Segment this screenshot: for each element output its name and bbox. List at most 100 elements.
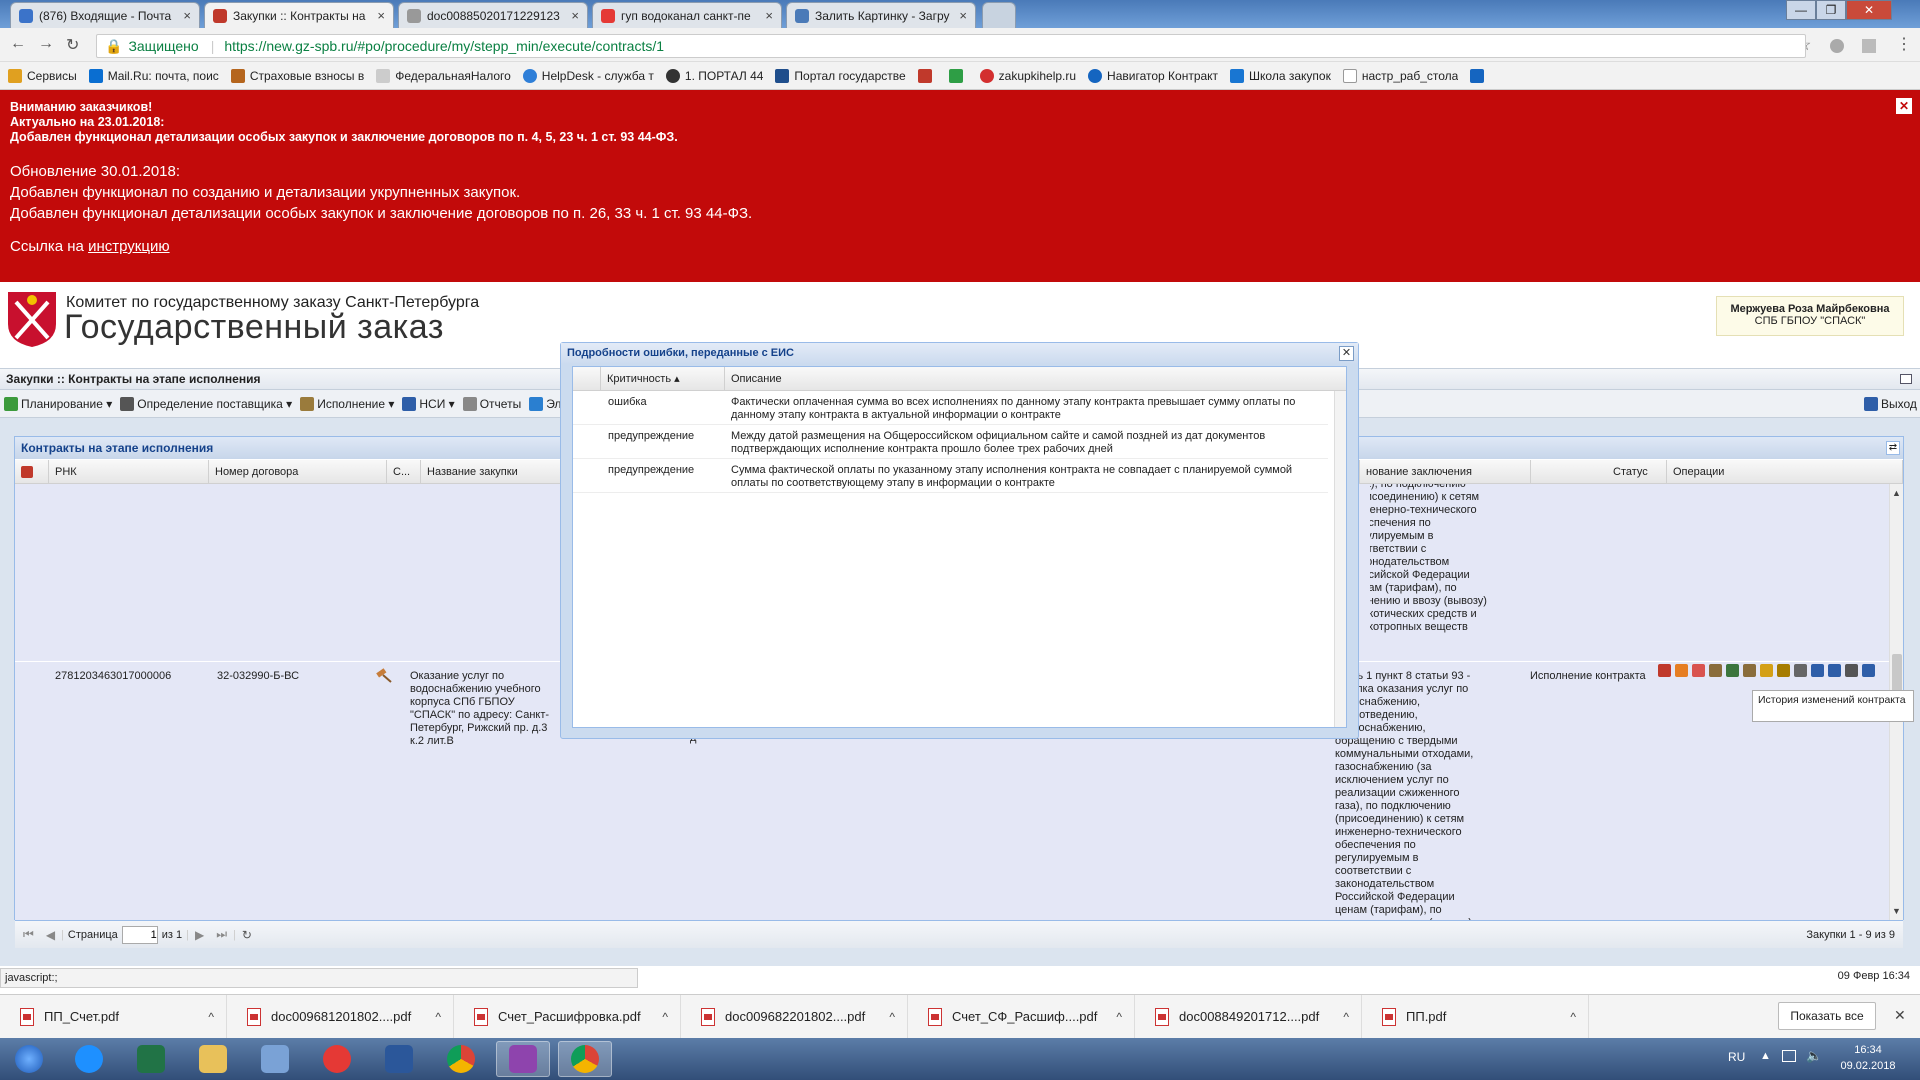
menu-reports[interactable]: Отчеты (462, 396, 521, 411)
operation-icon[interactable] (1726, 664, 1739, 677)
maximize-button[interactable]: ❐ (1816, 0, 1846, 20)
col-description[interactable]: Описание (725, 367, 1346, 391)
bookmark-item[interactable]: Портал государстве (775, 68, 906, 83)
taskbar-explorer[interactable] (186, 1041, 240, 1077)
chevron-up-icon[interactable]: ^ (1116, 1010, 1122, 1024)
banner-close-button[interactable]: ✕ (1896, 98, 1912, 114)
bookmark-item[interactable]: zakupkihelp.ru (979, 68, 1076, 83)
language-indicator[interactable]: RU (1728, 1050, 1745, 1064)
tab-close-icon[interactable]: × (759, 8, 773, 23)
bookmark-item[interactable] (948, 68, 968, 83)
show-all-downloads-button[interactable]: Показать все (1778, 1002, 1876, 1030)
col-basis[interactable]: нование заключения (1359, 460, 1531, 484)
exit-button[interactable]: Выход (1864, 397, 1917, 411)
col-rnk[interactable]: РНК (49, 460, 209, 484)
reload-icon[interactable]: ↻ (66, 35, 79, 55)
last-page-icon[interactable]: ⏭ (216, 927, 227, 942)
menu-icon[interactable]: ⋮ (1896, 34, 1912, 54)
back-icon[interactable]: ← (10, 35, 26, 53)
bookmark-item[interactable]: ФедеральнаяНалого (376, 68, 511, 83)
table-row[interactable]: ошибка Фактически оплаченная сумма во вс… (573, 391, 1328, 425)
operation-icon[interactable] (1760, 664, 1773, 677)
table-row[interactable]: предупреждение Между датой размещения на… (573, 425, 1328, 459)
new-tab-button[interactable] (982, 2, 1016, 28)
scroll-up-icon[interactable]: ▲ (1892, 488, 1901, 498)
first-page-icon[interactable]: ⏮ (23, 927, 34, 942)
user-info[interactable]: Мержуева Роза Майрбековна СПБ ГБПОУ "СПА… (1716, 296, 1904, 336)
operation-icon[interactable] (1743, 664, 1756, 677)
operation-icon[interactable] (1692, 664, 1705, 677)
taskbar-winrar[interactable] (496, 1041, 550, 1077)
operation-icon[interactable] (1675, 664, 1688, 677)
dialog-close-button[interactable]: ✕ (1339, 346, 1354, 361)
minimize-button[interactable]: — (1786, 0, 1816, 20)
tab-yandex[interactable]: гуп водоканал санкт-пе × (592, 2, 782, 28)
download-item[interactable]: doc009682201802....pdf ^ (681, 994, 908, 1039)
instruction-link[interactable]: инструкцию (88, 238, 170, 255)
downloads-close-icon[interactable]: ✕ (1894, 1007, 1906, 1024)
chevron-up-icon[interactable]: ^ (435, 1010, 441, 1024)
scroll-down-icon[interactable]: ▼ (1892, 906, 1901, 916)
chevron-up-icon[interactable]: ^ (1343, 1010, 1349, 1024)
start-button[interactable] (2, 1041, 56, 1077)
operation-icon[interactable] (1794, 664, 1807, 677)
taskbar-paint[interactable] (248, 1041, 302, 1077)
extension-icon[interactable] (1862, 39, 1876, 53)
tab-close-icon[interactable]: × (953, 8, 967, 23)
chevron-up-icon[interactable]: ^ (1570, 1010, 1576, 1024)
operation-icon[interactable] (1845, 664, 1858, 677)
window-close-button[interactable]: ✕ (1846, 0, 1892, 20)
refresh-icon[interactable]: ↻ (242, 928, 252, 942)
menu-supplier[interactable]: Определение поставщика ▾ (120, 396, 292, 411)
tab-zakupki[interactable]: Закупки :: Контракты на × (204, 2, 394, 28)
download-item[interactable]: Счет_СФ_Расшиф....pdf ^ (908, 994, 1135, 1039)
table-row[interactable]: предупреждение Сумма фактической оплаты … (573, 459, 1328, 493)
tab-image-upload[interactable]: Залить Картинку - Загру × (786, 2, 976, 28)
operation-icon[interactable] (1828, 664, 1841, 677)
taskbar-yandex[interactable] (310, 1041, 364, 1077)
menu-execution[interactable]: Исполнение ▾ (300, 396, 394, 411)
chevron-up-icon[interactable]: ^ (889, 1010, 895, 1024)
taskbar-excel[interactable] (124, 1041, 178, 1077)
bookmark-item[interactable] (917, 68, 937, 83)
tray-arrow-icon[interactable]: ▲ (1760, 1050, 1771, 1062)
col-status[interactable]: Статус (1531, 460, 1667, 484)
bookmark-item[interactable]: 1. ПОРТАЛ 44 (665, 68, 763, 83)
clock-time[interactable]: 16:34 (1840, 1044, 1896, 1056)
taskbar-word[interactable] (372, 1041, 426, 1077)
page-input[interactable] (121, 925, 158, 944)
bookmark-item[interactable]: настр_раб_стола (1342, 68, 1458, 83)
tab-close-icon[interactable]: × (371, 8, 385, 23)
tab-close-icon[interactable]: × (177, 8, 191, 23)
dialog-scrollbar[interactable] (1334, 391, 1346, 727)
bookmark-item[interactable]: Страховые взносы в (230, 68, 364, 83)
next-page-icon[interactable]: ▶ (195, 928, 204, 942)
bookmark-item[interactable]: Навигатор Контракт (1088, 68, 1218, 83)
download-item[interactable]: ПП_Счет.pdf ^ (0, 994, 227, 1039)
col-operations[interactable]: Операции (1667, 460, 1903, 484)
taskbar-chrome[interactable] (434, 1041, 488, 1077)
download-item[interactable]: Счет_Расшифровка.pdf ^ (454, 994, 681, 1039)
bookmark-item[interactable]: HelpDesk - служба т (522, 68, 654, 83)
chevron-up-icon[interactable]: ^ (208, 1010, 214, 1024)
volume-icon[interactable]: 🔈 (1806, 1048, 1822, 1064)
taskbar-chrome-active[interactable] (558, 1041, 612, 1077)
scroll-thumb[interactable] (1892, 654, 1902, 694)
download-item[interactable]: doc008849201712....pdf ^ (1135, 994, 1362, 1039)
prev-page-icon[interactable]: ◀ (46, 928, 55, 942)
download-item[interactable]: doc009681201802....pdf ^ (227, 994, 454, 1039)
operation-icon[interactable] (1862, 664, 1875, 677)
forward-icon[interactable]: → (38, 35, 54, 53)
bookmark-item[interactable]: Школа закупок (1230, 68, 1331, 83)
download-item[interactable]: ПП.pdf ^ (1362, 994, 1589, 1039)
clock-date[interactable]: 09.02.2018 (1834, 1060, 1902, 1072)
col-severity[interactable]: Критичность ▴ (601, 367, 725, 391)
operation-icon[interactable] (1709, 664, 1722, 677)
chevron-up-icon[interactable]: ^ (662, 1010, 668, 1024)
col-s[interactable]: С... (387, 460, 421, 484)
col-procurement-name[interactable]: Название закупки (421, 460, 575, 484)
operation-icon[interactable] (1777, 664, 1790, 677)
menu-planning[interactable]: Планирование ▾ (4, 396, 112, 411)
operation-icon[interactable] (1658, 664, 1671, 677)
tab-close-icon[interactable]: × (565, 8, 579, 23)
